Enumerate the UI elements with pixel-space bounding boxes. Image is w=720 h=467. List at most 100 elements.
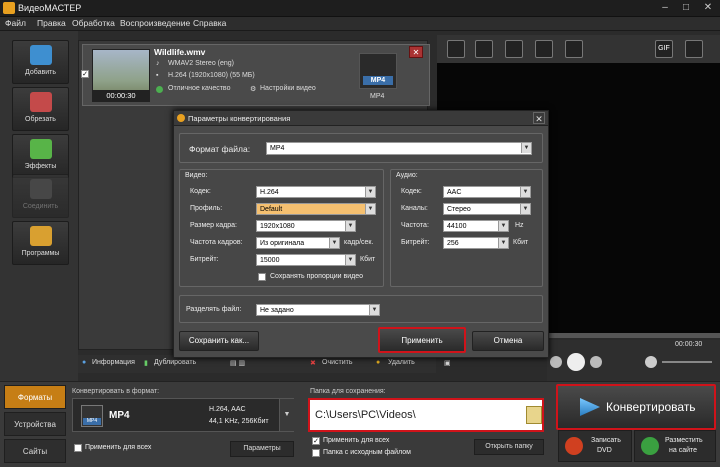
apply-all-checkbox[interactable] [74,444,82,452]
codec-select[interactable]: H.264 ▼ [256,186,376,198]
format-selector[interactable]: MP4 MP4 H.264, AAC 44,1 KHz, 256Кбит ▼ [72,398,294,432]
burn-dvd-label-2: DVD [597,447,612,454]
motion-icon[interactable] [565,40,583,58]
output-format-badge[interactable]: MP4 [359,53,397,89]
programs-button[interactable]: Программы [12,221,69,265]
chevron-down-icon: ▼ [521,143,531,153]
minimize-button[interactable]: – [655,1,675,15]
dialog-close-button[interactable]: ✕ [533,112,545,124]
chevron-down-icon: ▼ [345,255,355,265]
rotate-icon[interactable] [475,40,493,58]
maximize-button[interactable]: □ [676,1,696,15]
profile-select[interactable]: Default ▼ [256,203,376,215]
frequency-select[interactable]: 44100 ▼ [443,220,509,232]
clear-button[interactable]: Очистить [322,359,352,366]
save-folder-label: Папка для сохранения: [310,388,386,395]
frequency-label: Частота: [401,222,429,229]
chevron-down-icon: ▼ [365,187,375,197]
gif-button[interactable]: GIF [655,40,673,58]
volume-icon[interactable] [645,356,657,368]
video-group-label: Видео: [185,172,208,179]
frame-size-label: Размер кадра: [190,222,237,229]
save-path-field[interactable]: C:\Users\PC\Videos\ [308,398,544,432]
duplicate-button[interactable]: Дублировать [154,359,196,366]
channels-select[interactable]: Стерео ▼ [443,203,531,215]
burn-dvd-button[interactable]: Записать DVD [558,430,632,462]
menu-help[interactable]: Справка [193,18,226,28]
menu-edit[interactable]: Правка [37,18,66,28]
audio-codec-value: AAC [447,189,462,196]
add-label: Добавить [25,69,56,76]
add-button[interactable]: Добавить [12,40,69,84]
keep-aspect-checkbox[interactable] [258,273,266,281]
tab-devices[interactable]: Устройства [4,412,66,436]
next-icon[interactable] [590,356,602,368]
audio-bitrate-label: Битрейт: [401,239,430,246]
programs-label: Программы [21,250,60,257]
menu-file[interactable]: Файл [5,18,26,28]
apply-all-save-checkbox[interactable]: ✓ [312,437,320,445]
join-button[interactable]: Соединить [12,174,69,218]
audio-codec-select[interactable]: AAC ▼ [443,186,531,198]
params-button[interactable]: Параметры [230,441,294,457]
keep-aspect-label: Сохранять пропорции видео [270,273,364,280]
info-button[interactable]: Информация [92,359,135,366]
audio-bitrate-select[interactable]: 256 ▼ [443,237,509,249]
conversion-settings-dialog: Параметры конвертирования ✕ Формат файла… [173,110,549,358]
folder-browse-icon[interactable] [526,406,542,424]
menu-playback[interactable]: Воспроизведение [120,18,190,28]
trim-button[interactable]: Обрезать [12,87,69,131]
view-toggle-icon[interactable]: ▤ ▥ [230,359,245,367]
convert-button[interactable]: Конвертировать [556,384,716,430]
format-audio: 44,1 KHz, 256Кбит [209,418,269,425]
remove-file-button[interactable]: ✕ [409,46,423,58]
menu-process[interactable]: Обработка [72,18,115,28]
snapshot-icon[interactable] [685,40,703,58]
brightness-icon[interactable] [505,40,523,58]
prev-icon[interactable] [550,356,562,368]
close-button[interactable]: ✕ [698,1,718,15]
programs-icon [30,226,52,246]
fps-select[interactable]: Из оригинала ▼ [256,237,340,249]
video-bitrate-select[interactable]: 15000 ▼ [256,254,356,266]
publish-button[interactable]: Разместить на сайте [634,430,716,462]
video-settings-link[interactable]: Настройки видео [260,85,316,92]
split-value: Не задано [260,307,294,314]
speed-icon[interactable] [535,40,553,58]
tab-sites[interactable]: Сайты [4,439,66,463]
audio-group-label: Аудио: [396,172,418,179]
film-icon: ▪ [156,72,159,79]
profile-label: Профиль: [190,205,223,212]
source-folder-checkbox[interactable] [312,449,320,457]
file-format-select[interactable]: MP4 ▼ [266,142,532,155]
scissors-icon [30,92,52,112]
params-label: Параметры [243,445,281,452]
split-select[interactable]: Не задано ▼ [256,304,380,316]
screen-icon[interactable]: ▣ [444,359,451,367]
window-title: ВидеоМАСТЕР [18,3,82,13]
add-film-icon [30,45,52,65]
cancel-button[interactable]: Отмена [472,331,544,351]
apply-button[interactable]: Применить [378,327,466,353]
crop-icon[interactable] [447,40,465,58]
tab-formats[interactable]: Форматы [4,385,66,409]
file-checkbox[interactable]: ✓ [81,70,89,78]
split-label: Разделять файл: [186,306,242,313]
playback-controls: 00:00:30 [547,340,720,382]
chevron-down-icon: ▼ [520,204,530,214]
format-dropdown-icon[interactable]: ▼ [279,399,294,431]
play-icon[interactable] [567,353,585,371]
save-as-button[interactable]: Сохранить как... [179,331,259,351]
preview-time: 00:00:30 [675,341,703,348]
format-name: MP4 [109,410,130,421]
seek-bar[interactable] [547,333,720,338]
file-format-label: Формат файла: [189,144,251,154]
join-label: Соединить [22,203,59,210]
format-icon: MP4 [81,405,103,427]
volume-slider[interactable] [662,361,712,363]
effects-button[interactable]: Эффекты [12,134,69,178]
quality-label[interactable]: Отличное качество [168,85,230,92]
open-folder-button[interactable]: Открыть папку [474,439,544,455]
delete-button[interactable]: Удалить [388,359,415,366]
frame-size-select[interactable]: 1920x1080 ▼ [256,220,356,232]
